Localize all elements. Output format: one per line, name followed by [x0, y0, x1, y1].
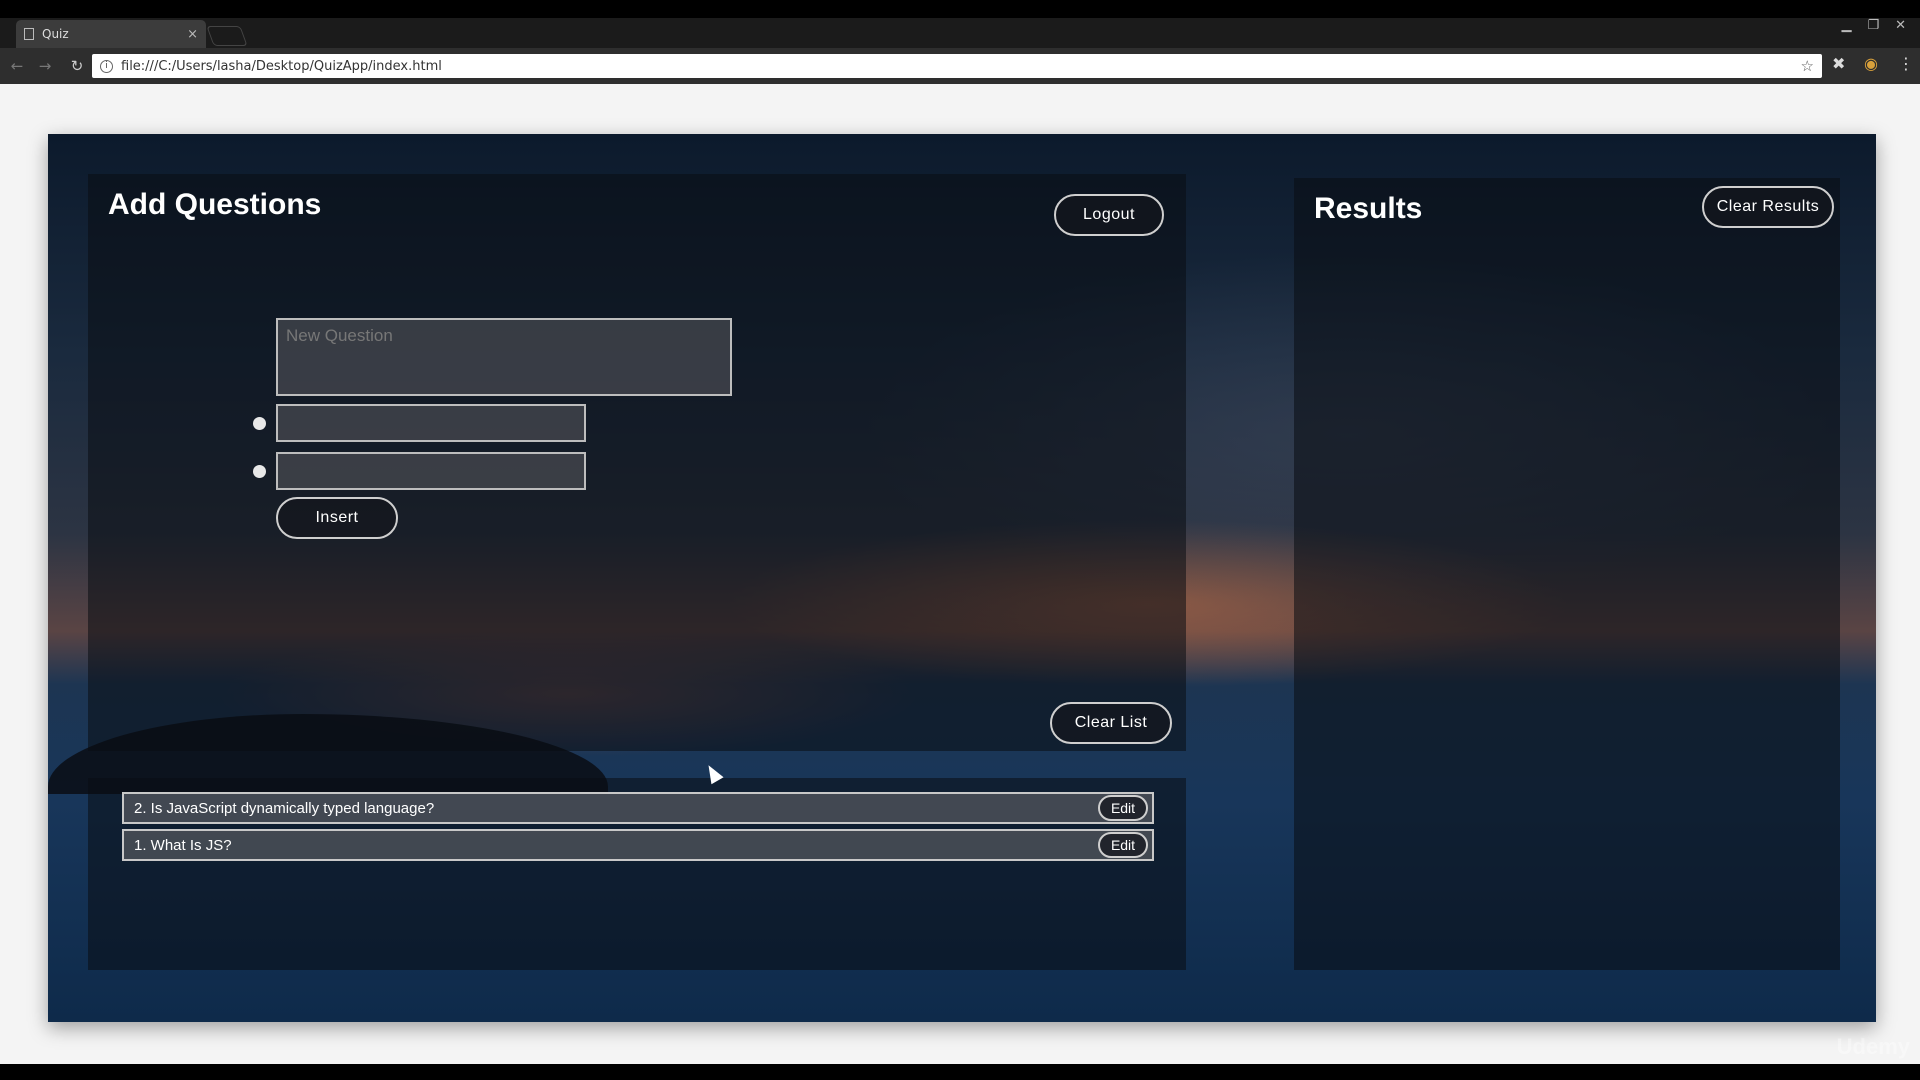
results-title: Results	[1314, 192, 1423, 225]
browser-toolbar: ← → ↻ i file:///C:/Users/lasha/Desktop/Q…	[0, 48, 1920, 84]
title-bar	[0, 0, 1920, 18]
new-tab-button[interactable]	[206, 26, 248, 46]
document-icon	[24, 28, 34, 40]
watermark-logo: Udemy	[1836, 1034, 1910, 1059]
question-list-panel: 2. Is JavaScript dynamically typed langu…	[88, 778, 1186, 970]
chrome-profile-icon[interactable]: ◉	[1864, 54, 1878, 73]
close-window-icon[interactable]: ✕	[1895, 18, 1906, 33]
edit-button[interactable]: Edit	[1098, 832, 1148, 858]
tab-title: Quiz	[42, 27, 69, 41]
window-controls: ▁ ❐ ✕	[1841, 18, 1906, 33]
reload-icon[interactable]: ↻	[66, 57, 88, 75]
back-icon[interactable]: ←	[6, 57, 28, 75]
bottom-bar	[0, 1064, 1920, 1080]
answer-1-input[interactable]	[276, 404, 586, 442]
menu-icon[interactable]: ⋮	[1898, 54, 1914, 73]
info-icon[interactable]: i	[100, 59, 113, 73]
edit-button[interactable]: Edit	[1098, 795, 1148, 821]
answer-2-radio[interactable]	[253, 465, 266, 478]
question-row: 1. What Is JS? Edit	[122, 829, 1154, 861]
results-panel: Results Clear Results	[1294, 178, 1840, 970]
answer-2-input[interactable]	[276, 452, 586, 490]
add-questions-panel: Add Questions Logout Insert Clear List	[88, 174, 1186, 751]
question-text: 1. What Is JS?	[134, 836, 232, 854]
minimize-icon[interactable]: ▁	[1841, 18, 1851, 33]
quiz-app: Add Questions Logout Insert Clear List 2…	[48, 134, 1876, 1022]
forward-icon[interactable]: →	[34, 57, 56, 75]
restore-icon[interactable]: ❐	[1867, 18, 1879, 33]
logout-button[interactable]: Logout	[1054, 194, 1164, 236]
insert-button[interactable]: Insert	[276, 497, 398, 539]
extension-icon[interactable]: ✖	[1832, 54, 1845, 73]
browser-tabstrip: Quiz × ▁ ❐ ✕	[0, 0, 1920, 48]
question-row: 2. Is JavaScript dynamically typed langu…	[122, 792, 1154, 824]
clear-results-button[interactable]: Clear Results	[1702, 186, 1834, 228]
question-text: 2. Is JavaScript dynamically typed langu…	[134, 799, 435, 817]
tab-close-icon[interactable]: ×	[187, 27, 198, 42]
address-bar[interactable]: i file:///C:/Users/lasha/Desktop/QuizApp…	[92, 54, 1822, 78]
url-text[interactable]: file:///C:/Users/lasha/Desktop/QuizApp/i…	[121, 59, 1801, 74]
clear-list-button[interactable]: Clear List	[1050, 702, 1172, 744]
add-questions-title: Add Questions	[108, 188, 322, 221]
answer-1-radio[interactable]	[253, 417, 266, 430]
new-question-input[interactable]	[276, 318, 732, 396]
browser-tab[interactable]: Quiz ×	[16, 20, 206, 48]
bookmark-star-icon[interactable]: ☆	[1801, 57, 1814, 75]
page-body: Add Questions Logout Insert Clear List 2…	[0, 84, 1920, 1064]
